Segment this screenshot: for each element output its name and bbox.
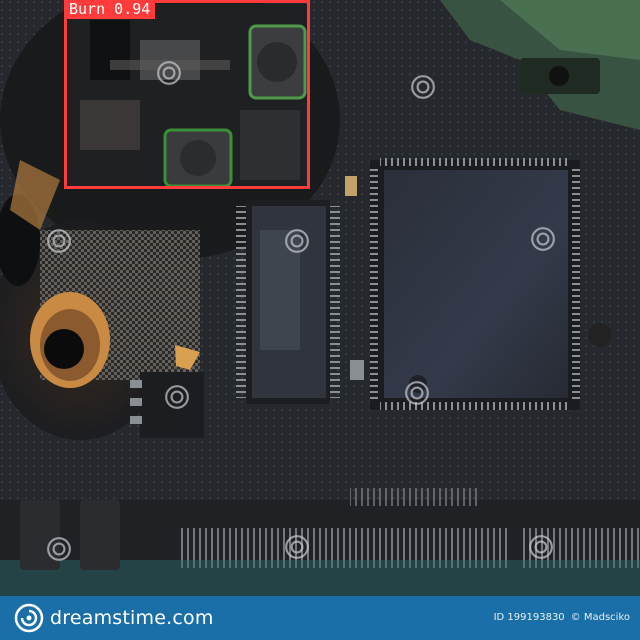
detection-label: Burn 0.94	[64, 0, 156, 19]
watermark-swirl-icon	[531, 227, 555, 251]
screenshot-stage: Burn 0.94 dreamstime.com ID 199193830 © …	[0, 0, 640, 640]
footer-meta: ID 199193830 © Madsciko	[494, 608, 630, 628]
footer-id-text: ID 199193830	[493, 612, 565, 623]
detection-class-text: Burn	[69, 0, 106, 18]
watermark-footer-bar: dreamstime.com ID 199193830 © Madsciko	[0, 596, 640, 640]
footer-brand-text: dreamstime.com	[50, 607, 214, 629]
detection-bounding-box	[64, 0, 310, 189]
detection-score-text: 0.94	[114, 0, 151, 18]
dreamstime-logo-icon	[14, 603, 44, 633]
circuit-board-photo: Burn 0.94	[0, 0, 640, 596]
watermark-swirl-icon	[47, 537, 71, 561]
watermark-swirl-icon	[411, 75, 435, 99]
watermark-swirl-icon	[285, 229, 309, 253]
watermark-swirl-icon	[165, 385, 189, 409]
watermark-swirl-icon	[405, 381, 429, 405]
watermark-swirl-icon	[47, 229, 71, 253]
footer-author-text: © Madsciko	[570, 612, 630, 623]
watermark-swirl-icon	[529, 535, 553, 559]
watermark-swirl-icon	[285, 535, 309, 559]
